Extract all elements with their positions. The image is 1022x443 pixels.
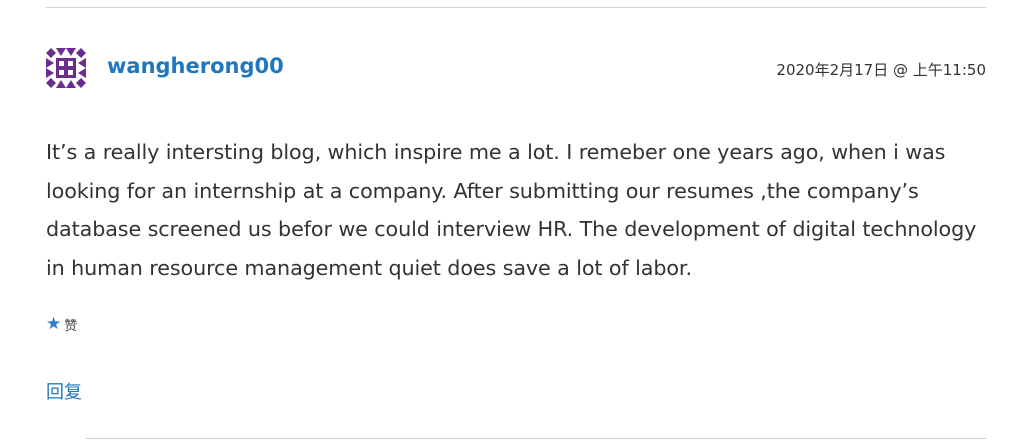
- comment-header: wangherong00 2020年2月17日 @ 上午11:50: [46, 48, 986, 92]
- identicon-avatar-icon: [46, 48, 86, 88]
- comment: wangherong00 2020年2月17日 @ 上午11:50 It’s a…: [0, 0, 1022, 443]
- avatar[interactable]: [46, 48, 86, 88]
- reply-link[interactable]: 回复: [46, 378, 82, 404]
- top-divider: [46, 7, 986, 8]
- author-name[interactable]: wangherong00: [107, 54, 284, 78]
- comment-timestamp[interactable]: 2020年2月17日 @ 上午11:50: [776, 59, 986, 80]
- star-icon: ★: [46, 313, 62, 334]
- comment-body: It’s a really intersting blog, which ins…: [46, 133, 986, 287]
- like-label: 赞: [64, 318, 78, 334]
- comment-text: It’s a really intersting blog, which ins…: [46, 140, 977, 280]
- bottom-divider: [86, 438, 986, 439]
- like-button[interactable]: ★ 赞: [46, 313, 77, 335]
